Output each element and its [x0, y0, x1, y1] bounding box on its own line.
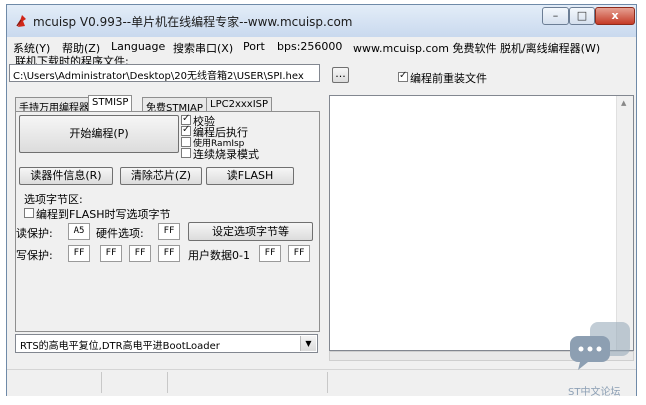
read-protect-field[interactable]: A5: [68, 223, 90, 240]
write-protect-field-3[interactable]: FF: [158, 245, 180, 262]
user-data-label: 用户数据0-1: [188, 249, 250, 262]
program-file-path-input[interactable]: C:\Users\Administrator\Desktop\20无线音箱2\U…: [9, 64, 320, 82]
set-option-bytes-button[interactable]: 设定选项字节等: [188, 222, 313, 241]
scroll-up-icon[interactable]: ▲: [621, 99, 626, 107]
erase-chip-button[interactable]: 清除芯片(Z): [120, 167, 202, 185]
write-option-bytes-checkbox[interactable]: [24, 208, 34, 218]
tab-handheld-programmer[interactable]: 手持万用编程器: [15, 97, 93, 114]
reset-mode-value: RTS的高电平复位,DTR高电平进BootLoader: [20, 341, 220, 352]
minimize-button[interactable]: –: [542, 7, 569, 25]
status-bar: [7, 369, 636, 396]
menu-port[interactable]: Port: [243, 40, 265, 53]
reset-mode-select[interactable]: RTS的高电平复位,DTR高电平进BootLoader ▼: [15, 334, 318, 353]
maximize-button[interactable]: □: [569, 7, 595, 25]
write-protect-field-2[interactable]: FF: [129, 245, 151, 262]
use-ramisp-checkbox[interactable]: [181, 137, 191, 147]
window-title: mcuisp V0.993--单片机在线编程专家--www.mcuisp.com: [33, 15, 353, 29]
continuous-mode-checkbox[interactable]: [181, 148, 191, 158]
chevron-down-icon[interactable]: ▼: [300, 336, 316, 351]
status-separator: [167, 372, 168, 393]
app-window: mcuisp V0.993--单片机在线编程专家--www.mcuisp.com…: [6, 4, 637, 396]
start-program-button[interactable]: 开始编程(P): [19, 115, 179, 153]
run-after-program-checkbox[interactable]: [181, 124, 191, 136]
stmisp-panel: 开始编程(P) 校验 编程后执行 使用RamIsp 连续烧录模式 读器件信息(R…: [15, 111, 320, 332]
status-separator: [327, 372, 328, 393]
hw-option-field[interactable]: FF: [158, 223, 180, 240]
tab-stmisp[interactable]: STMISP: [88, 95, 133, 112]
reload-before-program-label: 编程前重装文件: [410, 72, 487, 85]
user-data-field-0[interactable]: FF: [259, 245, 281, 262]
title-bar[interactable]: mcuisp V0.993--单片机在线编程专家--www.mcuisp.com…: [7, 5, 636, 37]
chat-bubble-watermark-icon: [570, 322, 630, 370]
app-logo-icon: [16, 15, 26, 27]
menu-website[interactable]: www.mcuisp.com 免费软件 脱机/离线编程器(W): [353, 40, 600, 56]
log-vertical-scrollbar[interactable]: ▲: [616, 96, 633, 350]
read-device-info-button[interactable]: 读器件信息(R): [19, 167, 113, 185]
option-bytes-section-label: 选项字节区:: [24, 193, 83, 206]
menu-bps[interactable]: bps:256000: [277, 40, 342, 53]
tab-free-stmiap[interactable]: 免费STMIAP: [142, 97, 207, 114]
user-data-field-1[interactable]: FF: [288, 245, 310, 262]
close-button[interactable]: x: [595, 7, 635, 25]
write-protect-field-1[interactable]: FF: [100, 245, 122, 262]
continuous-mode-label: 连续烧录模式: [193, 148, 259, 161]
read-flash-button[interactable]: 读FLASH: [206, 167, 294, 185]
reload-before-program-checkbox[interactable]: [398, 70, 408, 82]
browse-file-button[interactable]: ...: [332, 67, 349, 83]
output-log[interactable]: ▲: [329, 95, 634, 351]
tab-lpc2xxxisp[interactable]: LPC2xxxISP: [206, 97, 273, 112]
menu-language[interactable]: Language: [111, 40, 165, 53]
watermark-text: ST中文论坛: [568, 387, 621, 398]
write-protect-label: 写保护:: [16, 249, 53, 262]
hw-option-label: 硬件选项:: [96, 227, 144, 240]
write-protect-field-0[interactable]: FF: [68, 245, 90, 262]
status-separator: [101, 372, 102, 393]
menu-bar: 系统(Y) 帮助(Z) Language 搜索串口(X) Port bps:25…: [7, 38, 636, 56]
write-option-bytes-label: 编程到FLASH时写选项字节: [36, 208, 171, 221]
menu-search-port[interactable]: 搜索串口(X): [173, 40, 233, 56]
read-protect-label: 读保护:: [16, 227, 53, 240]
